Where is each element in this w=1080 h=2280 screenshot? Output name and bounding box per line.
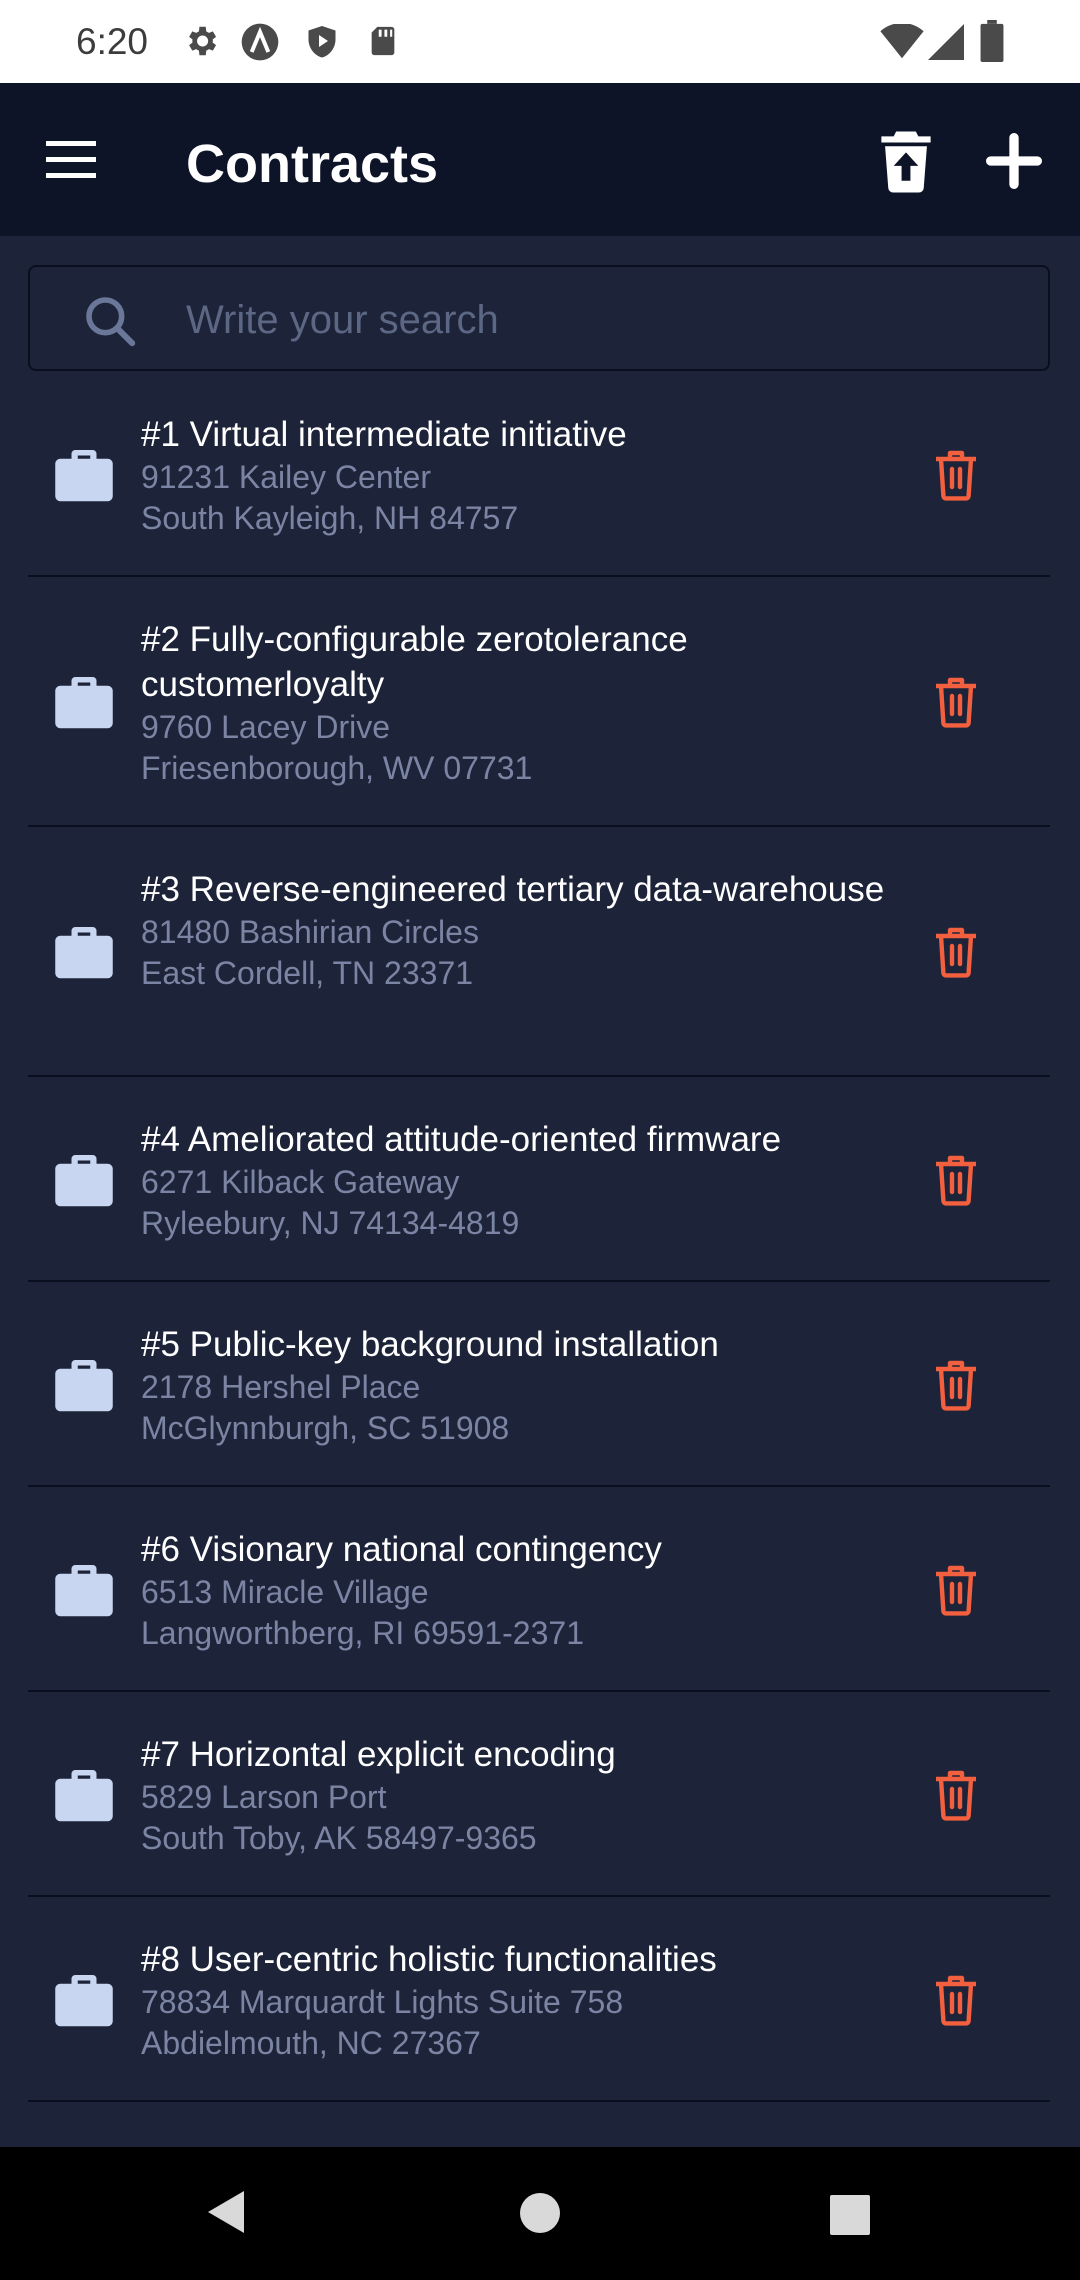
signal-icon <box>928 24 964 60</box>
sd-card-icon <box>371 26 395 56</box>
contract-street: 6513 Miracle Village <box>141 1574 429 1610</box>
briefcase-icon <box>55 927 113 979</box>
contract-city: South Toby, AK 58497-9365 <box>141 1820 537 1856</box>
system-nav-bar <box>0 2147 1080 2280</box>
contract-title: #8 User-centric holistic functionalities <box>141 1940 717 1979</box>
contract-street: 78834 Marquardt Lights Suite 758 <box>141 1984 624 2020</box>
search-bar <box>28 265 1050 371</box>
wifi-icon <box>880 24 924 59</box>
briefcase-icon <box>55 677 113 729</box>
delete-icon[interactable] <box>932 1359 980 1411</box>
contract-city: East Cordell, TN 23371 <box>141 955 474 991</box>
contract-city: Ryleebury, NJ 74134-4819 <box>141 1205 520 1241</box>
battery-icon <box>980 20 1004 62</box>
app-bar: Contracts <box>0 83 1080 236</box>
contract-title: #3 Reverse-engineered tertiary data-ware… <box>141 870 885 909</box>
search-input[interactable] <box>184 287 1008 353</box>
contract-title: #2 Fully-configurable zerotolerance cust… <box>141 620 688 704</box>
delete-icon[interactable] <box>932 926 980 978</box>
contract-city: Langworthberg, RI 69591-2371 <box>141 1615 584 1651</box>
contract-street: 81480 Bashirian Circles <box>141 914 479 950</box>
contract-list-item[interactable]: #2 Fully-configurable zerotolerance cust… <box>28 577 1050 827</box>
delete-icon[interactable] <box>932 1769 980 1821</box>
status-time: 6:20 <box>76 21 149 62</box>
briefcase-icon <box>55 1565 113 1617</box>
delete-icon[interactable] <box>932 1564 980 1616</box>
contract-title: #1 Virtual intermediate initiative <box>141 415 627 454</box>
contract-street: 91231 Kailey Center <box>141 459 431 495</box>
plus-icon[interactable] <box>986 133 1042 189</box>
contract-title: #5 Public-key background installation <box>141 1325 719 1364</box>
delete-icon[interactable] <box>932 449 980 501</box>
contract-city: South Kayleigh, NH 84757 <box>141 500 519 536</box>
delete-icon[interactable] <box>932 676 980 728</box>
back-icon[interactable] <box>204 2187 248 2237</box>
briefcase-icon <box>55 1155 113 1207</box>
home-icon[interactable] <box>518 2191 562 2235</box>
page-title: Contracts <box>186 134 439 194</box>
briefcase-icon <box>55 450 113 502</box>
briefcase-icon <box>55 1975 113 2027</box>
trash-upload-icon[interactable] <box>876 129 936 193</box>
status-bar: 6:20 <box>0 0 1080 83</box>
a-circle-icon <box>241 23 279 61</box>
contract-list-item[interactable]: #1 Virtual intermediate initiative 91231… <box>28 372 1050 577</box>
briefcase-icon <box>55 1770 113 1822</box>
contract-street: 9760 Lacey Drive <box>141 709 391 745</box>
contract-city: Friesenborough, WV 07731 <box>141 750 533 786</box>
contract-street: 5829 Larson Port <box>141 1779 387 1815</box>
contract-list: #1 Virtual intermediate initiative 91231… <box>28 372 1050 2102</box>
contract-list-item[interactable]: #5 Public-key background installation 21… <box>28 1282 1050 1487</box>
contract-street: 6271 Kilback Gateway <box>141 1164 460 1200</box>
delete-icon[interactable] <box>932 1154 980 1206</box>
briefcase-icon <box>55 1360 113 1412</box>
shield-icon <box>308 26 336 58</box>
contract-list-item[interactable]: #8 User-centric holistic functionalities… <box>28 1897 1050 2102</box>
contract-list-item[interactable]: #3 Reverse-engineered tertiary data-ware… <box>28 827 1050 1077</box>
contract-list-item[interactable]: #7 Horizontal explicit encoding 5829 Lar… <box>28 1692 1050 1897</box>
hamburger-menu-icon[interactable] <box>40 129 104 189</box>
gear-icon <box>189 26 217 56</box>
contract-title: #4 Ameliorated attitude-oriented firmwar… <box>141 1120 782 1159</box>
delete-icon[interactable] <box>932 1974 980 2026</box>
contract-street: 2178 Hershel Place <box>141 1369 421 1405</box>
search-icon <box>86 297 136 347</box>
contract-title: #7 Horizontal explicit encoding <box>141 1735 616 1774</box>
contract-city: McGlynnburgh, SC 51908 <box>141 1410 510 1446</box>
contract-list-item[interactable]: #4 Ameliorated attitude-oriented firmwar… <box>28 1077 1050 1282</box>
contract-title: #6 Visionary national contingency <box>141 1530 662 1569</box>
recents-icon[interactable] <box>828 2193 872 2237</box>
contract-city: Abdielmouth, NC 27367 <box>141 2025 481 2061</box>
contract-list-item[interactable]: #6 Visionary national contingency 6513 M… <box>28 1487 1050 1692</box>
